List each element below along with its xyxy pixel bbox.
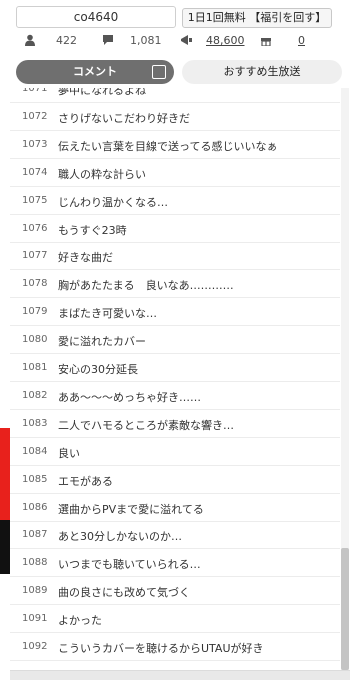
comment-row[interactable]: 1073 伝えたい言葉を目線で送ってる感じいいなぁ — [10, 132, 340, 159]
comment-text: 伝えたい言葉を目線で送ってる感じいいなぁ — [58, 139, 278, 153]
free-lottery-button[interactable]: 1日1回無料 【福引を回す】 — [182, 8, 332, 28]
comment-text: もうすぐ23時 — [58, 223, 127, 237]
comment-text: あと30分しかないのか… — [58, 530, 182, 544]
comment-text: 愛に溢れたカバー — [58, 335, 146, 349]
comment-panel: co4640 1日1回無料 【福引を回す】 422 1,081 48,600 0… — [10, 0, 350, 680]
comment-number: 1071 — [22, 88, 48, 94]
comment-number: 1079 — [22, 306, 48, 318]
comment-text: 良い — [58, 446, 80, 460]
comment-text: エモがある — [58, 474, 113, 488]
comment-row[interactable]: 1072 さりげないこだわり好きだ — [10, 104, 340, 131]
comment-number: 1089 — [22, 585, 48, 597]
ad-points-link[interactable]: 48,600 — [206, 34, 245, 47]
viewer-count: 422 — [56, 34, 77, 47]
comment-row[interactable]: 1092 こういうカバーを聴けるからUTAUが好き — [10, 634, 340, 661]
comment-text: 夢中になれるよね — [58, 88, 146, 97]
comment-number: 1085 — [22, 473, 48, 485]
comment-text: まばたき可愛いな… — [58, 307, 157, 321]
panel-footer — [10, 670, 350, 680]
comment-row[interactable]: 1079 まばたき可愛いな… — [10, 299, 340, 327]
comment-text: さりげないこだわり好きだ — [58, 111, 190, 125]
ad-points-icon — [181, 35, 192, 45]
comment-number: 1088 — [22, 557, 48, 569]
panel-header: co4640 1日1回無料 【福引を回す】 — [10, 6, 350, 30]
comment-number: 1091 — [22, 613, 48, 625]
tab-bar: コメント おすすめ生放送 — [16, 60, 342, 84]
comment-text: ああ～～～めっちゃ好き…… — [58, 390, 201, 404]
comment-number: 1072 — [22, 110, 48, 122]
comment-list[interactable]: 1071 夢中になれるよね 1072 さりげないこだわり好きだ 1073 伝えたい言葉を目… — [10, 88, 340, 678]
comment-text: じんわり温かくなる… — [58, 195, 168, 209]
comment-row[interactable]: 1088 いつまでも聴いていられる… — [10, 550, 340, 578]
comment-row[interactable]: 1078 胸があたたまる 良いなあ………… — [10, 271, 340, 299]
comment-number: 1082 — [22, 389, 48, 401]
comment-row[interactable]: 1076 もうすぐ23時 — [10, 216, 340, 243]
comment-number: 1077 — [22, 250, 48, 262]
comment-row[interactable]: 1071 夢中になれるよね — [10, 88, 340, 103]
comment-row[interactable]: 1075 じんわり温かくなる… — [10, 188, 340, 215]
tab-comment[interactable]: コメント — [16, 60, 174, 84]
gift-icon — [261, 38, 271, 46]
comment-number: 1075 — [22, 194, 48, 206]
comment-text: 二人でハモるところが素敵な響き… — [58, 418, 234, 432]
comment-text: 曲の良さにも改めて気づく — [58, 586, 190, 600]
comment-text: 胸があたたまる 良いなあ………… — [58, 279, 234, 293]
comment-number: 1076 — [22, 222, 48, 234]
comment-text: こういうカバーを聴けるからUTAUが好き — [58, 642, 264, 655]
comment-row[interactable]: 1087 あと30分しかないのか… — [10, 522, 340, 550]
comment-number: 1092 — [22, 641, 48, 652]
tab-comment-label: コメント — [73, 65, 117, 78]
comment-count: 1,081 — [130, 34, 162, 47]
comment-number: 1078 — [22, 278, 48, 290]
comment-row[interactable]: 1084 良い — [10, 439, 340, 466]
edit-icon[interactable] — [152, 65, 166, 79]
comment-row[interactable]: 1080 愛に溢れたカバー — [10, 327, 340, 355]
comment-row[interactable]: 1089 曲の良さにも改めて気づく — [10, 578, 340, 606]
comment-row[interactable]: 1091 よかった — [10, 606, 340, 634]
viewer-icon — [25, 34, 35, 46]
comment-number: 1084 — [22, 445, 48, 457]
scrollbar-thumb[interactable] — [341, 548, 349, 670]
comment-number: 1083 — [22, 417, 48, 429]
page-edge — [350, 0, 359, 680]
video-edge — [0, 0, 10, 680]
comment-row[interactable]: 1081 安心の30分延長 — [10, 355, 340, 382]
channel-id-label: co4640 — [16, 6, 176, 28]
comment-text: 安心の30分延長 — [58, 363, 138, 376]
comment-number: 1073 — [22, 138, 48, 150]
comment-row[interactable]: 1083 二人でハモるところが素敵な響き… — [10, 411, 340, 438]
comment-number: 1086 — [22, 501, 48, 513]
tab-recommend[interactable]: おすすめ生放送 — [182, 60, 342, 84]
video-thumbnail-dark — [0, 520, 10, 574]
comment-count-icon — [103, 35, 113, 45]
comment-number: 1080 — [22, 334, 48, 346]
comment-text: 選曲からPVまで愛に溢れてる — [58, 502, 204, 516]
comment-text: 好きな曲だ — [58, 251, 113, 265]
comment-row[interactable]: 1077 好きな曲だ — [10, 243, 340, 271]
comment-text: よかった — [58, 614, 102, 628]
comment-number: 1074 — [22, 166, 48, 178]
comment-row[interactable]: 1074 職人の粋な計らい — [10, 160, 340, 187]
comment-number: 1087 — [22, 529, 48, 541]
comment-row[interactable]: 1086 選曲からPVまで愛に溢れてる — [10, 495, 340, 522]
comment-row[interactable]: 1085 エモがある — [10, 467, 340, 494]
comment-text: いつまでも聴いていられる… — [58, 558, 201, 572]
gift-count-link[interactable]: 0 — [298, 34, 305, 47]
comment-text: 職人の粋な計らい — [58, 167, 146, 181]
stats-bar: 422 1,081 48,600 0 — [10, 32, 350, 50]
comment-row[interactable]: 1082 ああ～～～めっちゃ好き…… — [10, 383, 340, 410]
comment-number: 1081 — [22, 362, 48, 373]
